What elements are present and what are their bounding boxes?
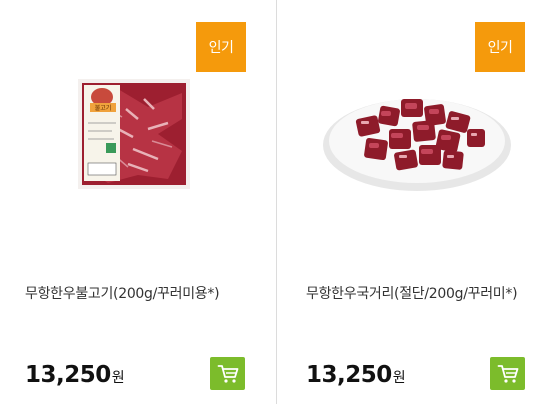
- label-text: 불고기: [95, 104, 112, 112]
- product-price: 13,250원: [25, 362, 125, 388]
- product-name[interactable]: 무항한우불고기(200g/꾸러미용*): [25, 283, 220, 303]
- popular-badge: 인기: [475, 22, 525, 72]
- product-card[interactable]: 인기 불고기 무항한우불고기(200g/꾸러미용*) 13,250원: [0, 0, 270, 404]
- price-value: 13,250: [25, 362, 111, 388]
- add-to-cart-button[interactable]: [210, 357, 245, 390]
- add-to-cart-button[interactable]: [490, 357, 525, 390]
- shopping-cart-icon: [217, 364, 238, 383]
- popular-badge: 인기: [196, 22, 246, 72]
- product-name[interactable]: 무항한우국거리(절단/200g/꾸러미*): [306, 283, 518, 303]
- product-image[interactable]: [321, 85, 513, 195]
- price-unit: 원: [111, 370, 125, 386]
- shopping-cart-icon: [497, 364, 518, 383]
- product-image[interactable]: 불고기: [78, 79, 190, 189]
- price-unit: 원: [392, 370, 406, 386]
- product-price: 13,250원: [306, 362, 406, 388]
- product-card[interactable]: 인기 무항한우국거리(절단/200g/꾸러미*) 13,250원: [277, 0, 544, 404]
- price-value: 13,250: [306, 362, 392, 388]
